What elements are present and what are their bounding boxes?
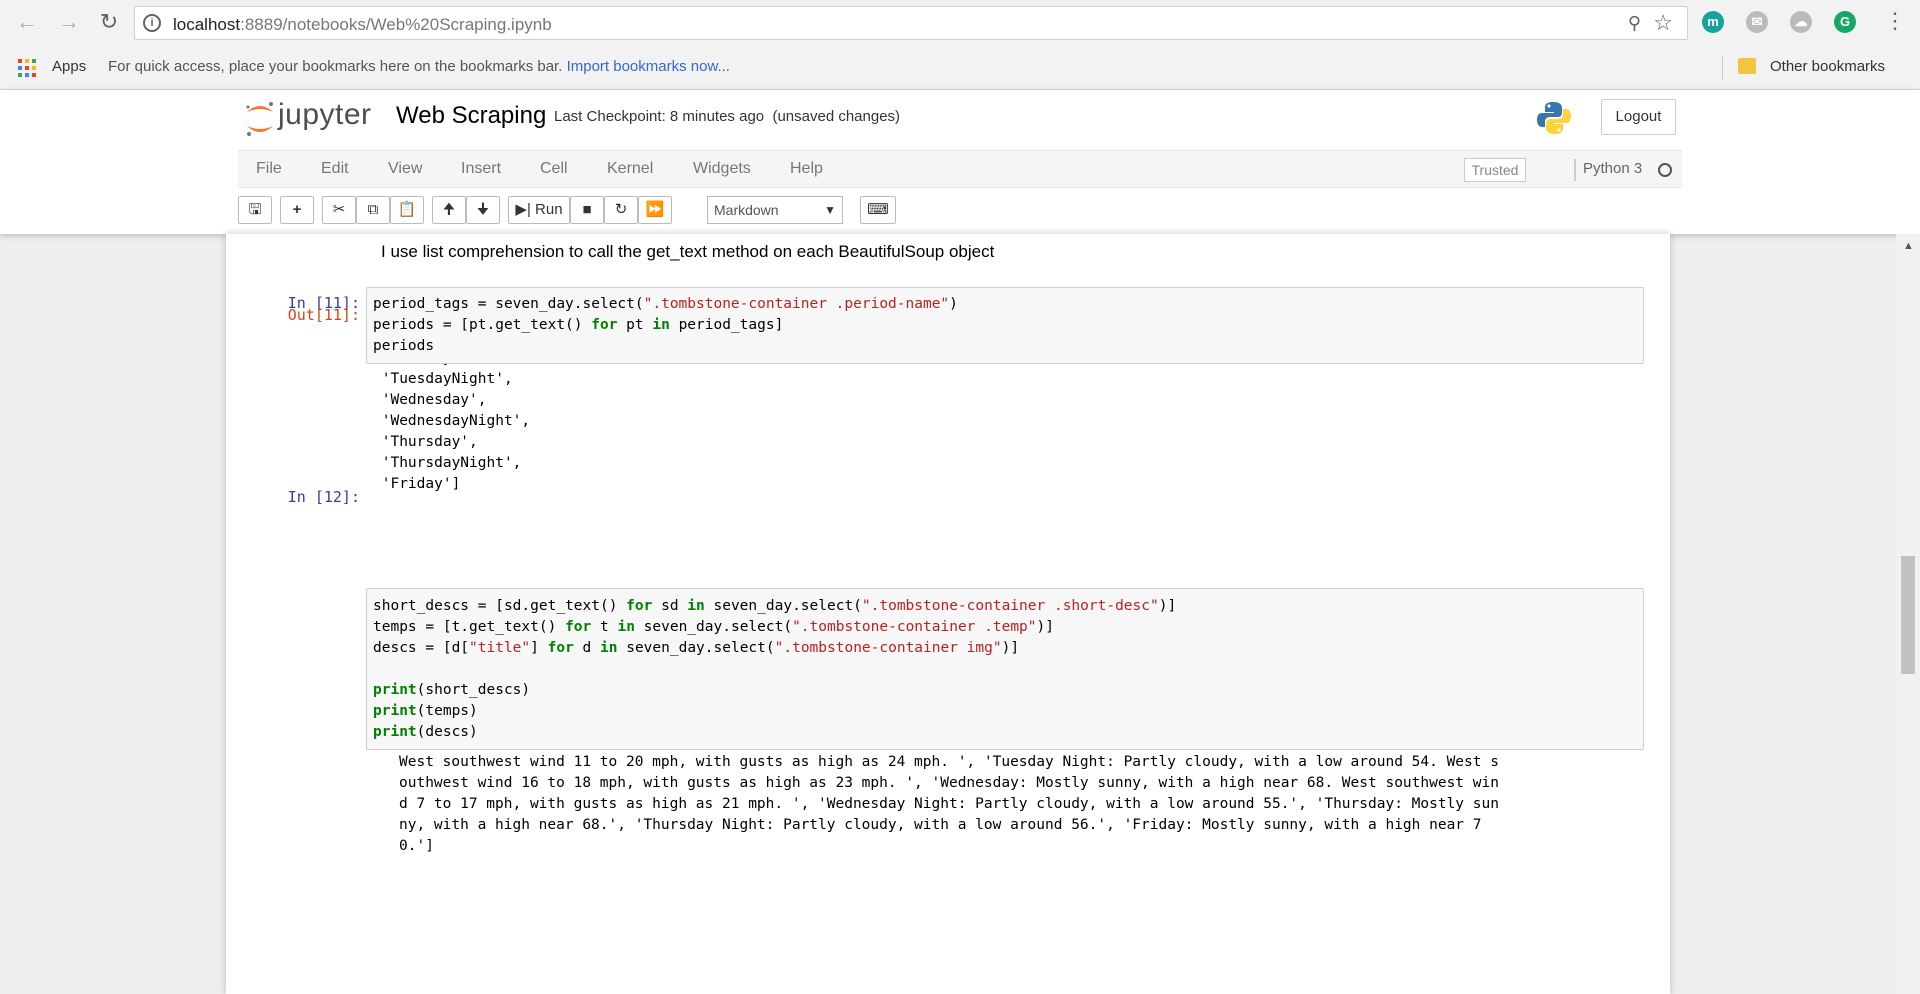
scrollbar-thumb[interactable] [1901,556,1915,674]
output-line: ny, with a high near 68.', 'Thursday Nig… [399,817,1482,833]
menu-insert[interactable]: Insert [461,160,501,178]
other-bookmarks[interactable]: Other bookmarks [1770,58,1885,75]
menu-kernel[interactable]: Kernel [607,160,653,178]
menu-widgets[interactable]: Widgets [693,160,751,178]
move-down-icon[interactable]: 🠋 [466,196,500,224]
grammarly-icon[interactable]: G [1834,11,1856,33]
extension-icon[interactable]: m [1702,11,1724,33]
logout-button[interactable]: Logout [1601,99,1676,135]
stop-icon[interactable]: ■ [570,196,604,224]
jupyter-logo-icon[interactable] [244,99,276,139]
output-line: 'ThursdayNight', [373,455,522,471]
output-line: 'Thursday', [373,434,478,450]
output-line: d 7 to 17 mph, with gusts as high as 21 … [399,796,1499,812]
notebook-title[interactable]: Web Scraping [396,102,546,130]
copy-icon[interactable]: ⧉ [356,196,390,224]
extension-icon[interactable]: ✉ [1746,11,1768,33]
menu-edit[interactable]: Edit [321,160,349,178]
output-line: 0.'] [399,838,434,854]
cell12-in-prompt: In [12]: [287,488,360,506]
code-cell-12-input[interactable]: short_descs = [sd.get_text() for sd in s… [366,588,1644,750]
bookmarks-bar: Apps For quick access, place your bookma… [0,46,1920,90]
menu-file[interactable]: File [256,160,282,178]
output-line: 'Friday'] [373,476,461,492]
output-line: 'WednesdayNight', [373,413,531,429]
jupyter-header: jupyter Web Scraping Last Checkpoint: 8 … [0,90,1920,234]
move-up-icon[interactable]: 🠉 [432,196,466,224]
markdown-cell[interactable]: I use list comprehension to call the get… [381,242,994,262]
address-bar[interactable]: i localhost:8889/notebooks/Web%20Scrapin… [134,6,1688,40]
python-logo-icon [1537,102,1571,134]
extension-icon[interactable]: ☁ [1790,11,1812,33]
bookmarks-hint: For quick access, place your bookmarks h… [108,58,730,75]
cell-type-select[interactable]: Markdown ▼ [707,196,843,224]
page-scrollbar[interactable]: ▲ [1896,234,1920,994]
zoom-icon[interactable]: ⚲ [1628,13,1641,34]
menu-bar: File Edit View Insert Cell Kernel Widget… [238,150,1682,188]
run-all-icon[interactable]: ⏩ [638,196,672,224]
info-icon[interactable]: i [143,14,161,32]
jupyter-logo-text[interactable]: jupyter [278,98,372,132]
restart-icon[interactable]: ↻ [604,196,638,224]
bookmark-star-icon[interactable]: ☆ [1653,10,1673,36]
chevron-down-icon: ▼ [824,203,836,217]
keyboard-icon[interactable]: ⌨ [860,196,896,224]
code-cell-11-input[interactable]: period_tags = seven_day.select(".tombsto… [366,287,1644,364]
run-icon: ▶| [515,201,531,218]
save-icon[interactable]: 🖫 [238,196,272,224]
trusted-indicator[interactable]: Trusted [1464,158,1526,182]
insert-cell-icon[interactable]: + [280,196,314,224]
browser-toolbar: ← → ↻ i localhost:8889/notebooks/Web%20S… [0,0,1920,46]
divider [1722,56,1723,80]
back-icon[interactable]: ← [14,9,40,35]
kernel-name[interactable]: Python 3 [1583,160,1642,177]
apps-icon[interactable] [18,59,36,77]
menu-help[interactable]: Help [790,160,823,178]
import-bookmarks-link[interactable]: Import bookmarks now... [567,58,730,75]
cut-icon[interactable]: ✂ [322,196,356,224]
browser-menu-icon[interactable]: ⋮ [1884,8,1906,34]
output-line: 'TuesdayNight', [373,371,513,387]
cell11-out-prompt: Out[11]: [287,306,360,324]
kernel-status-icon [1658,163,1672,177]
checkpoint-status: Last Checkpoint: 8 minutes ago (unsaved … [554,108,901,125]
menu-cell[interactable]: Cell [540,160,568,178]
output-line: 'Wednesday', [373,392,487,408]
folder-icon [1738,58,1756,74]
notebook-toolbar: 🖫 + ✂ ⧉ 📋 🠉 🠋 ▶| Run ■ ↻ ⏩ Markdown ▼ ⌨ [238,194,1682,226]
output-line: outhwest wind 16 to 18 mph, with gusts a… [399,775,1499,791]
scroll-up-icon[interactable]: ▲ [1903,240,1914,252]
paste-icon[interactable]: 📋 [390,196,424,224]
apps-link[interactable]: Apps [52,58,86,75]
divider [1574,159,1576,181]
menu-view[interactable]: View [388,160,422,178]
forward-icon[interactable]: → [56,9,82,35]
output-line: West southwest wind 11 to 20 mph, with g… [399,754,1499,770]
run-button[interactable]: ▶| Run [508,196,570,224]
url-text[interactable]: localhost:8889/notebooks/Web%20Scraping.… [173,15,552,35]
reload-icon[interactable]: ↻ [96,9,122,35]
